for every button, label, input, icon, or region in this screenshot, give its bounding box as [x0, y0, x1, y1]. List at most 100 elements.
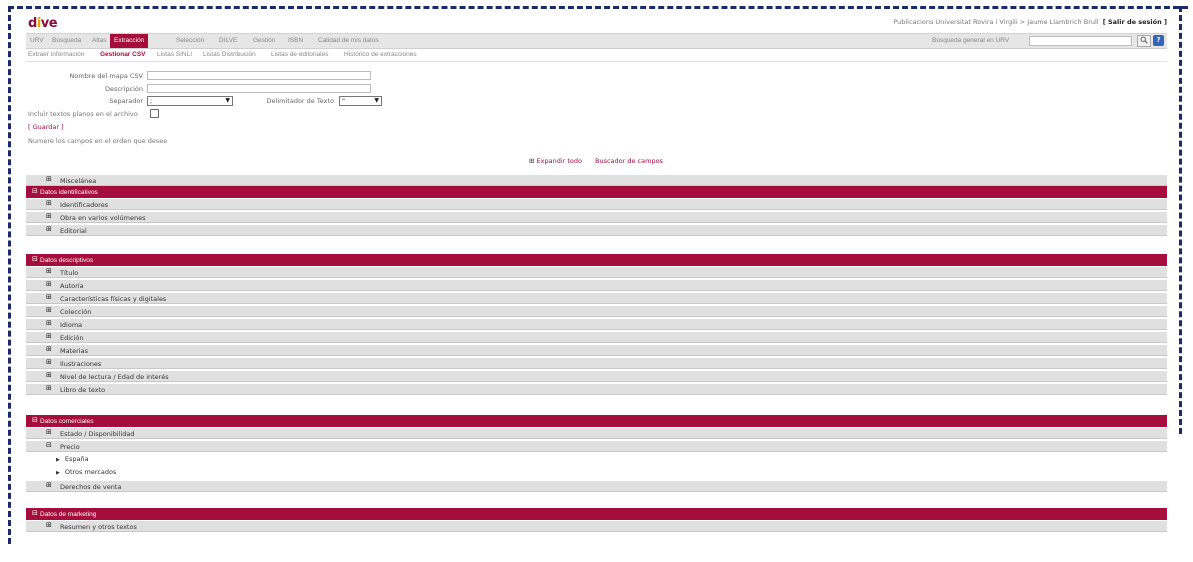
sub-item-label: España [64, 455, 89, 463]
expand-all-label: Expandir todo [536, 157, 583, 165]
submenu-listas-editoriales[interactable]: Listas de editoriales [271, 51, 328, 58]
menu-urv[interactable]: URV [30, 37, 44, 44]
submenu-listas-sinli[interactable]: Listas SINLI [157, 51, 192, 58]
submenu-extraer[interactable]: Extraer información [28, 51, 84, 58]
help-icon[interactable]: ? [1153, 35, 1164, 46]
section-row[interactable]: ⊞ Obra en varios volúmenes [26, 212, 1167, 223]
section-row[interactable]: ⊞ Materias [26, 345, 1167, 356]
delimiter-select[interactable]: " ▼ [339, 96, 382, 106]
separator-select[interactable]: ; ▼ [147, 96, 233, 106]
section-row[interactable]: ⊞ Estado / Disponibilidad [26, 428, 1167, 439]
expand-plus-icon: ⊞ [46, 212, 52, 220]
delimiter-label: Delimitador de Texto [266, 97, 334, 105]
group-header-identificativos[interactable]: ⊟ Datos identificativos [26, 186, 1167, 198]
separator-label: Separador [109, 97, 143, 105]
submenu-listas-distribucion[interactable]: Listas Distribución [203, 51, 256, 58]
logout-link[interactable]: [ Salir de sesión ] [1103, 18, 1167, 26]
price-sub-item[interactable]: ▶ Otros mercados [56, 468, 116, 476]
magnifier-icon[interactable] [1137, 35, 1151, 47]
menu-gestion[interactable]: Gestión [253, 37, 275, 44]
chevron-down-icon: ▼ [374, 97, 379, 104]
expand-plus-icon: ⊞ [46, 306, 52, 314]
menu-extraccion[interactable]: Extracción [110, 34, 149, 48]
row-label: Título [60, 269, 79, 277]
chevron-down-icon: ▼ [225, 97, 230, 104]
page: dive Publicacions Universitat Rovira i V… [26, 13, 1167, 562]
collapse-minus-icon: ⊟ [46, 441, 52, 449]
user-info: Publicacions Universitat Rovira i Virgil… [893, 18, 1167, 26]
section-row[interactable]: ⊞ Edición [26, 332, 1167, 343]
section-row[interactable]: ⊞ Colección [26, 306, 1167, 317]
row-label: Miscelánea [60, 177, 97, 185]
menu-dilve[interactable]: DILVE [219, 37, 237, 44]
group-label: Datos descriptivos [40, 257, 94, 264]
section-row[interactable]: ⊞ Nivel de lectura / Edad de interés [26, 371, 1167, 382]
global-search-input[interactable] [1029, 36, 1132, 46]
expand-plus-icon: ⊞ [46, 384, 52, 392]
menu-seleccion[interactable]: Selección [176, 37, 204, 44]
group-header-descriptivos[interactable]: ⊟ Datos descriptivos [26, 254, 1167, 266]
section-row[interactable]: ⊞ Miscelánea [26, 175, 1167, 186]
map-name-input[interactable] [147, 71, 371, 80]
expand-all-link[interactable]: ⊞ Expandir todo [529, 157, 582, 165]
row-label: Autoría [60, 282, 84, 290]
top-bar: dive Publicacions Universitat Rovira i V… [26, 13, 1167, 33]
submenu-gestionar-csv[interactable]: Gestionar CSV [100, 51, 146, 58]
sub-item-label: Otros mercados [64, 468, 117, 476]
row-label: Obra en varios volúmenes [60, 214, 146, 222]
expand-plus-icon: ⊞ [46, 199, 52, 207]
group-label: Datos identificativos [40, 189, 98, 196]
expand-plus-icon: ⊞ [46, 332, 52, 340]
section-row[interactable]: ⊞ Autoría [26, 280, 1167, 291]
row-label: Características físicas y digitales [60, 295, 167, 303]
row-label: Idioma [60, 321, 83, 329]
expand-plus-icon: ⊞ [46, 481, 52, 489]
group-label: Datos comerciales [40, 418, 94, 425]
menu-busqueda[interactable]: Búsqueda [52, 37, 81, 44]
collapse-minus-icon: ⊟ [32, 255, 38, 263]
section-row-price[interactable]: ⊟ Precio [26, 441, 1167, 452]
expand-plus-icon: ⊞ [46, 225, 52, 233]
group-header-comerciales[interactable]: ⊟ Datos comerciales [26, 415, 1167, 427]
menu-calidad[interactable]: Calidad de mis datos [318, 37, 379, 44]
section-row[interactable]: ⊞ Libro de texto [26, 384, 1167, 395]
field-search-link[interactable]: Buscador de campos [595, 157, 663, 165]
row-label: Colección [60, 308, 92, 316]
triangle-right-icon: ▶ [56, 457, 60, 463]
section-row[interactable]: ⊞ Características físicas y digitales [26, 293, 1167, 304]
save-link[interactable]: [ Guardar ] [28, 123, 64, 131]
dashed-border-right [1179, 6, 1182, 434]
expand-plus-icon: ⊞ [46, 175, 52, 183]
expand-plus-icon: ⊞ [46, 521, 52, 529]
row-label: Ilustraciones [60, 360, 102, 368]
map-name-label: Nombre del mapa CSV [69, 72, 144, 80]
group-header-marketing[interactable]: ⊟ Datos de marketing [26, 508, 1167, 520]
expand-plus-icon: ⊞ [46, 267, 52, 275]
expand-plus-icon: ⊞ [46, 358, 52, 366]
section-row[interactable]: ⊞ Ilustraciones [26, 358, 1167, 369]
section-row[interactable]: ⊞ Resumen y otros textos [26, 521, 1167, 532]
delimiter-value: " [342, 97, 345, 105]
collapse-minus-icon: ⊟ [32, 509, 38, 517]
row-label: Editorial [60, 227, 87, 235]
submenu-historico[interactable]: Histórico de extracciones [344, 51, 417, 58]
description-input[interactable] [147, 84, 371, 93]
row-label: Precio [60, 443, 80, 451]
section-row[interactable]: ⊞ Idioma [26, 319, 1167, 330]
row-label: Edición [60, 334, 84, 342]
section-row[interactable]: ⊞ Editorial [26, 225, 1167, 236]
menu-isbn[interactable]: ISBN [288, 37, 303, 44]
section-row[interactable]: ⊞ Derechos de venta [26, 481, 1167, 492]
collapse-minus-icon: ⊟ [32, 416, 38, 424]
plus-box-icon: ⊞ [529, 157, 535, 165]
menu-altas[interactable]: Altas [92, 37, 106, 44]
price-sub-item[interactable]: ▶ España [56, 455, 89, 463]
expand-plus-icon: ⊞ [46, 371, 52, 379]
section-row[interactable]: ⊞ Identificadores [26, 199, 1167, 210]
separator-value: ; [150, 97, 153, 105]
section-row[interactable]: ⊞ Título [26, 267, 1167, 278]
expand-plus-icon: ⊞ [46, 345, 52, 353]
include-plain-checkbox[interactable] [150, 109, 159, 118]
group-label: Datos de marketing [40, 511, 97, 518]
dilve-logo[interactable]: dive [28, 16, 58, 31]
